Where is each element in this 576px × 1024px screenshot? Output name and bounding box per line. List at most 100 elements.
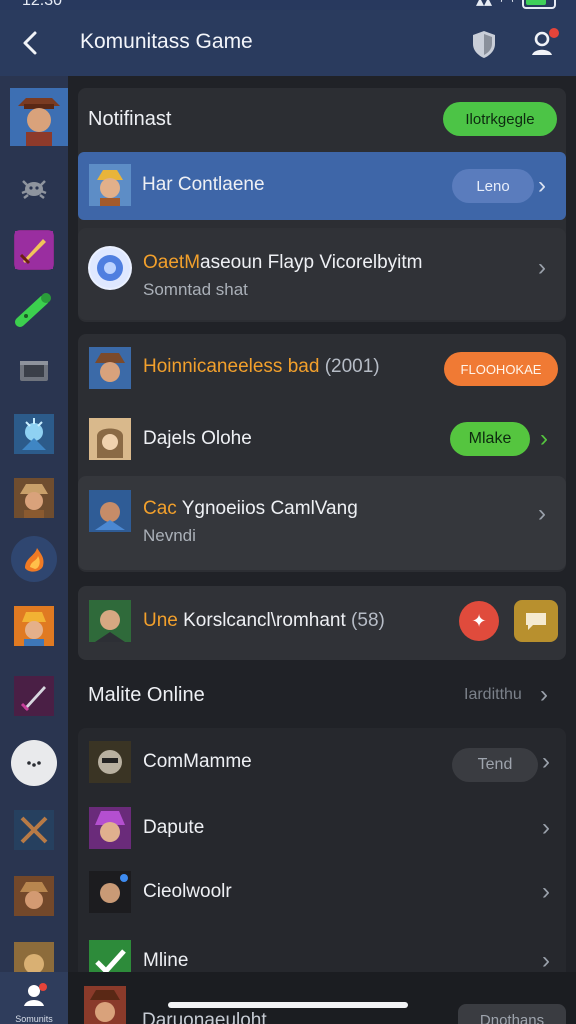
remove-friend-button[interactable]: ✦	[459, 601, 499, 641]
online-avatar-1	[89, 741, 131, 783]
friend-name-3-rest: Ygnoeiios CamlVang	[176, 498, 358, 519]
sidebar-item-flame[interactable]	[11, 536, 57, 582]
main-content: Notifinast Ilotrkgegle Har Contlaene Len…	[68, 76, 576, 1024]
friend-avatar-2	[89, 418, 131, 460]
sidebar-item-ice[interactable]	[14, 414, 54, 454]
notification-item[interactable]	[78, 228, 566, 320]
friend-row-3[interactable]	[78, 476, 566, 570]
sidebar-item-character[interactable]	[10, 88, 68, 146]
friend-avatar-4	[89, 600, 131, 642]
sidebar-item-bandit[interactable]	[14, 876, 54, 916]
friend-name-4-highlight: Une	[143, 610, 178, 631]
selected-contact-row[interactable]: Har Contlaene Leno ›	[78, 152, 566, 220]
wifi-icon: ◠	[500, 0, 514, 10]
star-icon: ✦	[471, 610, 487, 631]
battery-icon	[522, 0, 556, 9]
purple-avatar-icon	[89, 807, 131, 849]
crab-icon	[21, 180, 47, 199]
status-icons: ▴▴ ◠	[476, 0, 556, 10]
chevron-right-icon: ›	[542, 947, 550, 974]
hero-avatar-icon	[89, 164, 131, 206]
contact-action-button[interactable]: Leno	[452, 169, 534, 203]
online-name-3: Cieolwoolr	[143, 881, 232, 902]
friend-name-2: Dajels Olohe	[143, 428, 252, 449]
friend-name-1: Hoinnicaneeless bad (2001)	[143, 356, 380, 378]
status-time: 12:30	[22, 0, 63, 9]
green-avatar-icon	[89, 600, 131, 642]
sidebar-item-wand[interactable]	[14, 290, 54, 330]
user-icon	[532, 28, 559, 55]
crossed-swords-icon	[14, 810, 54, 850]
masked-avatar-icon	[89, 741, 131, 783]
blue-warrior-avatar-icon	[89, 490, 131, 532]
character-avatar-icon	[10, 88, 68, 146]
profile-button[interactable]	[528, 26, 562, 60]
ice-character-icon	[14, 414, 54, 454]
friend-name-1-text: Hoinnicaneeless bad	[143, 356, 320, 377]
dagger-icon	[14, 676, 54, 716]
sidebar-item-ghost[interactable]	[11, 740, 57, 786]
online-name-1: ComMamme	[143, 751, 252, 772]
chevron-right-icon: ›	[538, 172, 546, 199]
chevron-right-icon: ›	[540, 425, 548, 452]
app-header: Komunitass Game	[0, 10, 576, 86]
friend-row-2[interactable]: Dajels Olohe Mlake ›	[78, 406, 566, 472]
online-row-3[interactable]: Cieolwoolr ›	[78, 860, 566, 926]
chevron-left-icon	[23, 31, 37, 55]
friend-name-3: Cac Ygnoeiios CamlVang	[143, 498, 358, 520]
bandit-avatar-icon	[14, 876, 54, 916]
chat-bubble-icon	[526, 613, 546, 630]
sidebar-item-hero[interactable]	[14, 606, 54, 646]
online-see-all[interactable]: Iarditthu	[464, 686, 522, 704]
hooded-avatar-icon	[89, 418, 131, 460]
notifications-toggle-button[interactable]: Ilotrkgegle	[443, 102, 557, 136]
notification-title: OaetMaseoun Flayp Vicorelbyitm	[143, 252, 423, 274]
sidebar-item-dagger[interactable]	[14, 676, 54, 716]
shield-button[interactable]	[468, 28, 500, 60]
character-avatar-icon	[84, 986, 126, 1024]
friend-name-3-highlight: Cac	[143, 498, 177, 519]
contact-name: Har Contlaene	[142, 174, 265, 195]
flame-icon	[25, 548, 44, 572]
sidebar-item-crab[interactable]	[14, 168, 54, 208]
chevron-right-icon: ›	[540, 681, 548, 708]
chat-button[interactable]	[514, 600, 558, 642]
blue-orb-icon	[90, 248, 130, 288]
bottom-action-button[interactable]: Dnothans	[458, 1004, 566, 1024]
online-name-4: Mline	[143, 950, 189, 971]
friend-name-4: Une Korslcancl\romhant (58)	[143, 610, 385, 632]
page-title: Komunitass Game	[80, 30, 253, 53]
friend-name-4-rest: Korslcancl\romhant	[177, 610, 346, 631]
friend-avatar-3	[89, 490, 131, 532]
community-tab-label: Somunits	[15, 1014, 53, 1024]
back-button[interactable]	[14, 26, 48, 60]
chevron-right-icon: ›	[542, 814, 550, 841]
sidebar-item-crossed-swords[interactable]	[14, 810, 54, 850]
contact-avatar	[89, 164, 131, 206]
friend-action-button-1[interactable]: FLOOHOKAE	[444, 352, 558, 386]
chevron-right-icon: ›	[542, 878, 550, 905]
friend-status-3: Nevndi	[143, 526, 196, 545]
online-avatar-2	[89, 807, 131, 849]
online-row-2[interactable]: Dapute ›	[78, 796, 566, 862]
sidebar-community-tab[interactable]: Somunits	[0, 972, 68, 1024]
hero-avatar-icon	[14, 606, 54, 646]
sidebar	[0, 76, 68, 1024]
community-icon	[24, 983, 47, 1006]
sidebar-item-warrior[interactable]	[14, 478, 54, 518]
chevron-right-icon: ›	[538, 254, 546, 281]
online-row-1[interactable]: ComMamme Tend ›	[78, 730, 566, 796]
sword-icon	[15, 231, 53, 269]
friend-action-button-2[interactable]: Mlake	[450, 422, 530, 456]
friend-count-4: (58)	[351, 610, 385, 631]
notification-subtitle: Somntad shat	[143, 280, 248, 299]
sidebar-item-sword[interactable]	[14, 230, 54, 270]
sidebar-item-chest[interactable]	[14, 350, 54, 390]
green-wand-icon	[15, 293, 51, 327]
online-avatar-3	[89, 871, 131, 913]
notification-avatar	[88, 246, 132, 290]
online-action-button-1[interactable]: Tend	[452, 748, 538, 782]
bottom-bar: Daruonaeuloht Dnothans	[68, 972, 576, 1024]
shield-icon	[473, 31, 495, 58]
home-indicator	[168, 1002, 408, 1008]
